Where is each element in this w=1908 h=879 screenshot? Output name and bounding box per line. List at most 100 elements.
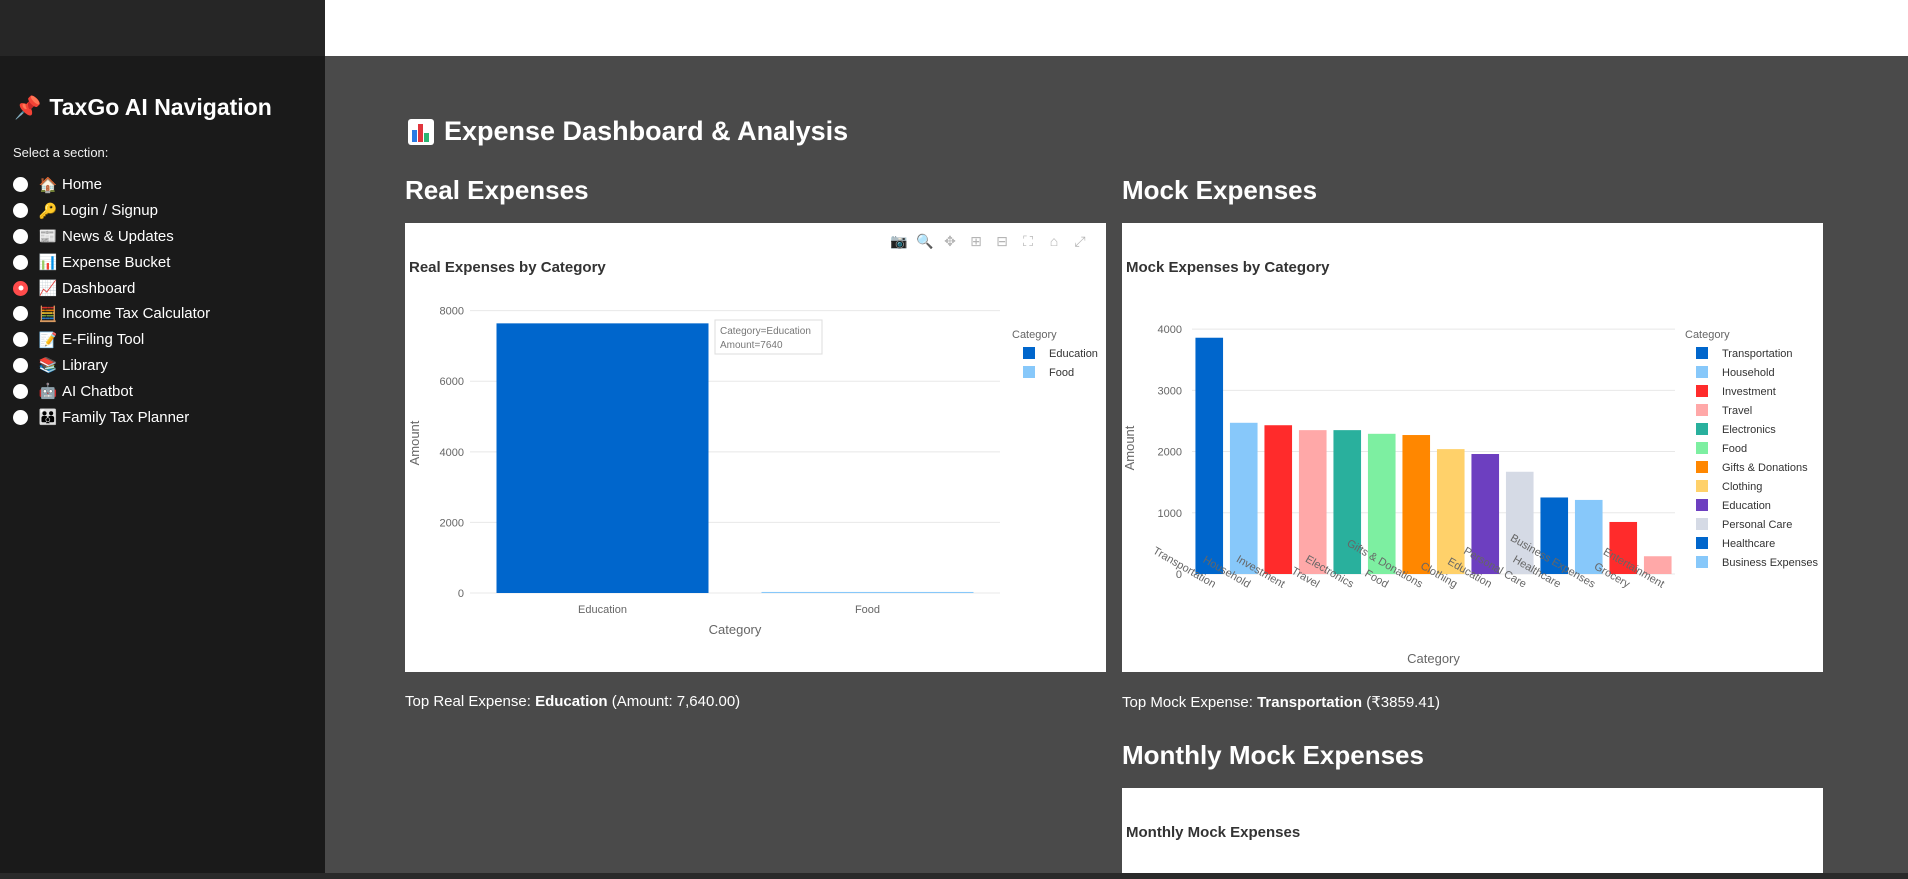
sidebar-item-icon: 🔑: [38, 202, 58, 220]
legend-swatch: [1696, 423, 1708, 435]
y-tick-label: 4000: [1158, 324, 1182, 336]
top-real-amount: (Amount: 7,640.00): [607, 693, 741, 710]
x-axis-label: Category: [1407, 651, 1460, 666]
legend-label: Healthcare: [1722, 538, 1775, 550]
chart-modebar: 📷 🔍 ✥ ⊞ ⊟ ⛶ ⌂ ⤢: [890, 233, 1088, 249]
legend-swatch: [1023, 347, 1035, 359]
autoscale-icon[interactable]: ⛶: [1020, 233, 1036, 249]
home-icon[interactable]: ⌂: [1046, 233, 1062, 249]
zoom-icon[interactable]: 🔍: [916, 233, 933, 249]
radio-button[interactable]: [13, 306, 28, 322]
legend-label: Transportation: [1722, 348, 1793, 360]
zoom-in-icon[interactable]: ⊞: [968, 233, 984, 249]
sidebar-top-strip: [0, 0, 325, 56]
radio-button[interactable]: [13, 332, 28, 348]
sidebar-item-label: Family Tax Planner: [62, 408, 190, 426]
legend-swatch: [1696, 347, 1708, 359]
legend-title: Category: [1012, 329, 1057, 341]
sidebar-item-label: Income Tax Calculator: [62, 305, 211, 323]
camera-icon[interactable]: 📷: [890, 233, 907, 249]
bar-food: [761, 591, 974, 593]
y-tick-label: 3000: [1158, 385, 1182, 397]
legend-swatch: [1696, 442, 1708, 454]
pan-icon[interactable]: ✥: [942, 233, 958, 249]
bar-education: [496, 323, 709, 593]
legend-swatch: [1696, 404, 1708, 416]
monthly-chart: Monthly Mock Expenses: [1122, 788, 1823, 873]
y-axis-label: Amount: [407, 420, 422, 465]
bar-household: [1229, 422, 1258, 574]
sidebar-item-e-filing-tool[interactable]: 📝 E-Filing Tool: [13, 327, 210, 353]
sidebar-item-family-tax-planner[interactable]: 👪 Family Tax Planner: [13, 404, 210, 430]
legend-title: Category: [1685, 329, 1730, 341]
fullscreen-icon[interactable]: ⤢: [1072, 233, 1088, 249]
sidebar-item-label: Dashboard: [62, 279, 136, 297]
sidebar-title: 📌 TaxGo AI Navigation: [14, 94, 272, 121]
sidebar-item-news-updates[interactable]: 📰 News & Updates: [13, 224, 210, 250]
sidebar-item-expense-bucket[interactable]: 📊 Expense Bucket: [13, 249, 210, 275]
top-mock-prefix: Top Mock Expense:: [1122, 694, 1258, 711]
radio-button[interactable]: [13, 254, 28, 270]
sidebar-item-login-signup[interactable]: 🔑 Login / Signup: [13, 198, 210, 224]
mock-expenses-chart: Mock Expenses by Category 0 1000 2000 3000 4…: [1122, 223, 1823, 672]
legend-swatch: [1696, 518, 1708, 530]
radio-button[interactable]: [13, 228, 28, 244]
legend-swatch: [1696, 385, 1708, 397]
legend-label: Education: [1049, 348, 1098, 360]
sidebar: 📌 TaxGo AI Navigation Select a section: …: [0, 0, 325, 879]
y-tick-label: 4000: [440, 447, 464, 459]
radio-button[interactable]: [13, 383, 28, 399]
sidebar-item-dashboard[interactable]: 📈 Dashboard: [13, 275, 210, 301]
legend-swatch: [1696, 537, 1708, 549]
top-mock-amount: (₹3859.41): [1362, 694, 1441, 711]
radio-button[interactable]: [13, 280, 28, 296]
y-tick-label: 2000: [1158, 447, 1182, 459]
y-tick-label: 8000: [440, 306, 464, 318]
sidebar-item-library[interactable]: 📚 Library: [13, 353, 210, 379]
radio-button[interactable]: [13, 357, 28, 373]
sidebar-item-icon: 📚: [38, 357, 58, 375]
y-tick-label: 0: [458, 588, 464, 600]
legend-label: Investment: [1722, 386, 1776, 398]
legend-label: Travel: [1722, 405, 1752, 417]
y-tick-label: 2000: [440, 517, 464, 529]
legend-label: Household: [1722, 367, 1775, 379]
bar-investment: [1264, 425, 1293, 574]
sidebar-item-label: Expense Bucket: [62, 253, 171, 271]
zoom-out-icon[interactable]: ⊟: [994, 233, 1010, 249]
sidebar-item-icon: 📝: [38, 331, 58, 349]
mock-chart-svg: 01000200030004000TransportationHousehold…: [1122, 324, 1818, 666]
legend-label: Electronics: [1722, 424, 1776, 436]
real-expenses-chart: Real Expenses by Category 0 2000 4000 6000 8…: [405, 223, 1106, 672]
radio-button[interactable]: [13, 409, 28, 425]
sidebar-item-home[interactable]: 🏠 Home: [13, 172, 210, 198]
sidebar-item-icon: 🤖: [38, 383, 58, 401]
radio-button[interactable]: [13, 177, 28, 193]
bar-gifts-donations: [1402, 435, 1431, 574]
section-radio-group: 🏠 Home 🔑 Login / Signup 📰 News & Updates 📊 Expe…: [13, 172, 210, 430]
top-real-expense-summary: Top Real Expense: Education (Amount: 7,6…: [405, 693, 740, 710]
y-axis-label: Amount: [1122, 425, 1137, 470]
monthly-heading: Monthly Mock Expenses: [1122, 740, 1424, 770]
x-tick-label: Food: [855, 604, 880, 616]
legend-swatch: [1696, 461, 1708, 473]
sidebar-item-income-tax-calculator[interactable]: 🧮 Income Tax Calculator: [13, 301, 210, 327]
legend-label: Clothing: [1722, 481, 1762, 493]
legend-label: Food: [1722, 443, 1747, 455]
legend-swatch: [1023, 366, 1035, 378]
mock-expenses-heading: Mock Expenses: [1122, 175, 1318, 205]
radio-button[interactable]: [13, 203, 28, 219]
sidebar-item-label: Home: [62, 176, 103, 194]
sidebar-item-label: News & Updates: [62, 227, 174, 245]
top-mock-expense-summary: Top Mock Expense: Transportation (₹3859.…: [1122, 693, 1440, 711]
real-expenses-heading: Real Expenses: [405, 175, 589, 205]
legend-label: Education: [1722, 500, 1771, 512]
real-chart-svg: 0 2000 4000 6000 8000 Education Food Category Am…: [407, 306, 1098, 637]
sidebar-item-ai-chatbot[interactable]: 🤖 AI Chatbot: [13, 378, 210, 404]
page-title: Expense Dashboard & Analysis: [408, 116, 848, 147]
legend-label: Gifts & Donations: [1722, 462, 1808, 474]
sidebar-item-icon: 📊: [38, 254, 58, 272]
sidebar-item-label: Login / Signup: [62, 202, 158, 220]
x-axis-label: Category: [709, 622, 762, 637]
bar-travel: [1298, 430, 1327, 574]
